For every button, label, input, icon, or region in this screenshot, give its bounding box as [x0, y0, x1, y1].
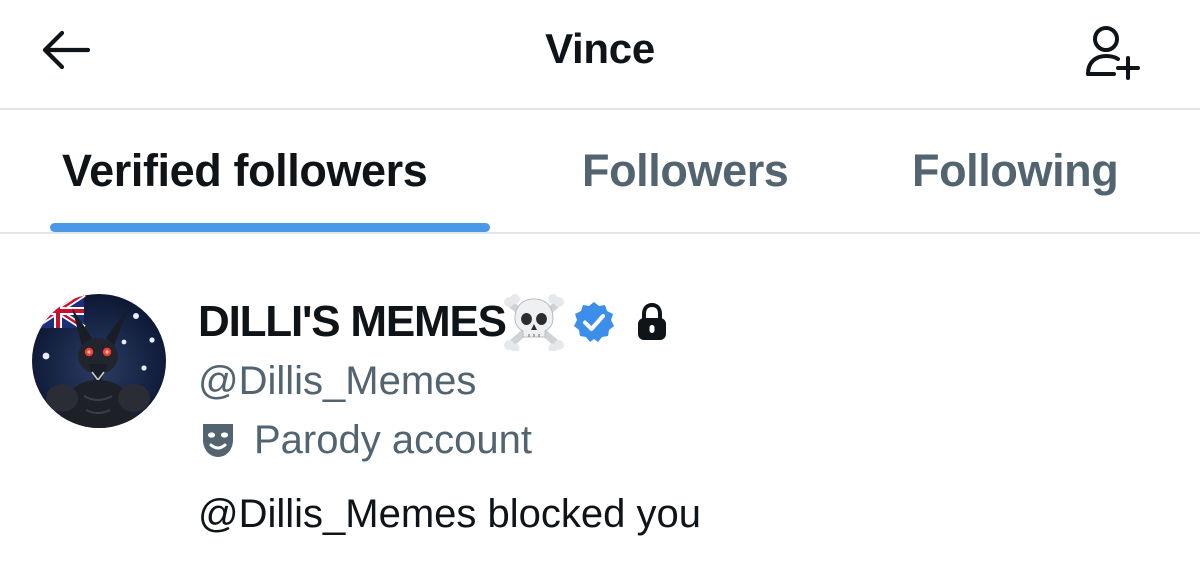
user-cell[interactable]: DILLI'S MEMES @Dillis_Memes Parody accou…: [0, 236, 1200, 574]
parody-label-row: Parody account: [200, 414, 532, 466]
follow-button[interactable]: [1080, 20, 1144, 84]
theater-mask-icon: [203, 424, 233, 457]
user-handle: @Dillis_Memes: [198, 359, 477, 403]
top-bar: Vince: [0, 0, 1200, 108]
blocked-status-text: @Dillis_Memes blocked you: [198, 492, 702, 536]
lock-icon: [637, 302, 666, 340]
tab-followers[interactable]: Followers: [582, 110, 789, 232]
tabs-divider: [0, 232, 1200, 234]
person-add-icon: [1086, 26, 1140, 80]
avatar[interactable]: [32, 294, 166, 428]
tab-following[interactable]: Following: [912, 110, 1119, 232]
tab-verified-followers[interactable]: Verified followers: [62, 110, 428, 232]
display-name-row: DILLI'S MEMES: [198, 292, 670, 352]
active-tab-indicator: [50, 223, 490, 232]
avatar-image: [32, 294, 166, 428]
display-name[interactable]: DILLI'S MEMES: [198, 292, 507, 352]
verified-badge-icon: [573, 302, 614, 342]
parody-label: Parody account: [254, 418, 532, 462]
page-title: Vince: [545, 25, 655, 72]
tab-bar: Verified followers Followers Following: [0, 110, 1200, 232]
skull-crossbones-icon: [503, 294, 564, 351]
